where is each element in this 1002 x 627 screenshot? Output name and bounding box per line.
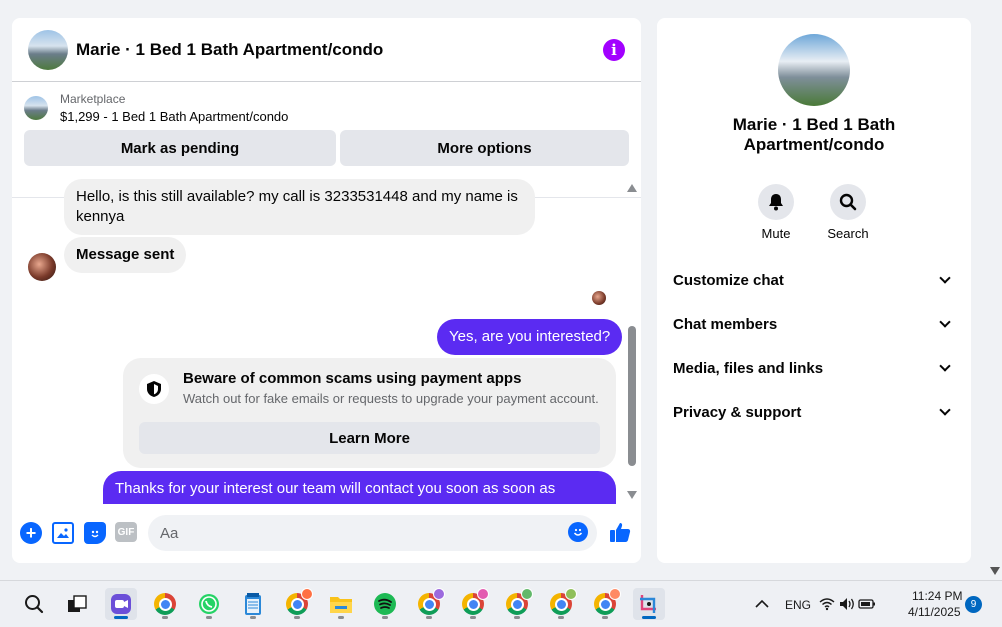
scroll-down-arrow[interactable]	[627, 491, 637, 499]
spotify-icon[interactable]	[369, 588, 401, 620]
chrome-profile-icon[interactable]	[501, 588, 533, 620]
file-explorer-icon[interactable]	[325, 588, 357, 620]
sender-avatar[interactable]	[28, 253, 56, 281]
chrome-profile-icon[interactable]	[457, 588, 489, 620]
scrollbar-thumb[interactable]	[628, 326, 636, 466]
search-icon[interactable]	[18, 588, 50, 620]
chrome-profile-icon[interactable]	[413, 588, 445, 620]
notification-badge[interactable]: 9	[965, 596, 982, 613]
chrome-profile-icon[interactable]	[281, 588, 313, 620]
notepad-icon[interactable]	[237, 588, 269, 620]
chrome-profile-icon[interactable]	[589, 588, 621, 620]
chat-window: Marie · 1 Bed 1 Bath Apartment/condo i M…	[12, 18, 641, 563]
warning-title: Beware of common scams using payment app…	[183, 370, 522, 387]
more-options-button[interactable]: More options	[340, 130, 629, 166]
chevron-down-icon	[939, 360, 951, 372]
section-label: Chat members	[673, 315, 778, 333]
scam-warning-card: Beware of common scams using payment app…	[123, 358, 616, 468]
whatsapp-icon[interactable]	[193, 588, 225, 620]
chrome-icon[interactable]	[149, 588, 181, 620]
clock-time[interactable]: 11:24 PM	[912, 589, 962, 603]
chat-header: Marie · 1 Bed 1 Bath Apartment/condo i	[12, 18, 641, 82]
chevron-down-icon	[939, 316, 951, 328]
mark-as-pending-button[interactable]: Mark as pending	[24, 130, 336, 166]
info-title: Marie · 1 Bed 1 Bath Apartment/condo	[732, 115, 896, 154]
info-icon[interactable]: i	[603, 38, 625, 61]
chevron-down-icon	[939, 272, 951, 284]
windows-taskbar: ENG 11:24 PM 4/11/2025 9	[0, 580, 1002, 627]
sticker-icon[interactable]	[84, 522, 106, 544]
message-outgoing[interactable]: Yes, are you interested?	[437, 319, 623, 355]
shield-icon	[139, 374, 169, 404]
read-receipt-avatar	[592, 291, 606, 305]
task-view-icon[interactable]	[61, 588, 93, 620]
section-privacy-support[interactable]: Privacy & support	[673, 392, 955, 432]
snipping-tool-icon[interactable]	[633, 588, 665, 620]
language-indicator[interactable]: ENG	[785, 598, 811, 612]
section-label: Privacy & support	[673, 403, 802, 421]
meet-app-icon[interactable]	[105, 588, 137, 620]
message-incoming[interactable]: Message sent	[64, 237, 187, 273]
page-scroll-down-arrow[interactable]	[990, 567, 1000, 575]
chevron-down-icon	[939, 404, 951, 416]
thumbs-up-icon[interactable]	[608, 518, 632, 546]
listing-title[interactable]: $1,299 - 1 Bed 1 Bath Apartment/condo	[60, 109, 288, 124]
listing-avatar[interactable]	[28, 29, 68, 70]
message-scrollbar[interactable]	[627, 179, 637, 504]
search-icon[interactable]	[830, 184, 866, 220]
emoji-icon[interactable]	[568, 522, 588, 542]
warning-subtitle: Watch out for fake emails or requests to…	[183, 391, 599, 406]
plus-icon[interactable]: +	[20, 522, 42, 544]
search-action[interactable]: Search	[818, 184, 878, 241]
chat-title[interactable]: Marie · 1 Bed 1 Bath Apartment/condo	[76, 40, 383, 60]
message-list: Hello, is this still available? my call …	[12, 179, 641, 504]
section-chat-members[interactable]: Chat members	[673, 304, 955, 344]
section-media-files-links[interactable]: Media, files and links	[673, 348, 955, 388]
message-input[interactable]: Aa	[148, 515, 597, 551]
chevron-up-icon[interactable]	[746, 588, 778, 620]
listing-avatar-large[interactable]	[778, 34, 850, 106]
mute-label: Mute	[761, 226, 791, 241]
listing-thumbnail[interactable]	[24, 96, 48, 120]
gif-icon[interactable]: GIF	[115, 522, 137, 542]
conversation-info-panel: Marie · 1 Bed 1 Bath Apartment/condo Mut…	[657, 18, 971, 563]
marketplace-label: Marketplace	[60, 92, 126, 106]
scroll-up-arrow[interactable]	[627, 184, 637, 192]
bell-icon[interactable]	[758, 184, 794, 220]
network-volume-battery[interactable]	[818, 588, 878, 620]
section-customize-chat[interactable]: Customize chat	[673, 260, 955, 300]
message-composer: + GIF Aa	[12, 514, 641, 554]
learn-more-button[interactable]: Learn More	[139, 422, 600, 454]
chrome-profile-icon[interactable]	[545, 588, 577, 620]
message-outgoing[interactable]: Thanks for your interest our team will c…	[103, 471, 616, 504]
section-label: Customize chat	[673, 271, 784, 289]
clock-date[interactable]: 4/11/2025	[908, 605, 961, 619]
search-label: Search	[827, 226, 869, 241]
message-incoming[interactable]: Hello, is this still available? my call …	[64, 179, 535, 235]
start-edge[interactable]	[0, 588, 4, 620]
mute-action[interactable]: Mute	[746, 184, 806, 241]
section-label: Media, files and links	[673, 359, 824, 377]
attach-image-icon[interactable]	[52, 522, 74, 544]
